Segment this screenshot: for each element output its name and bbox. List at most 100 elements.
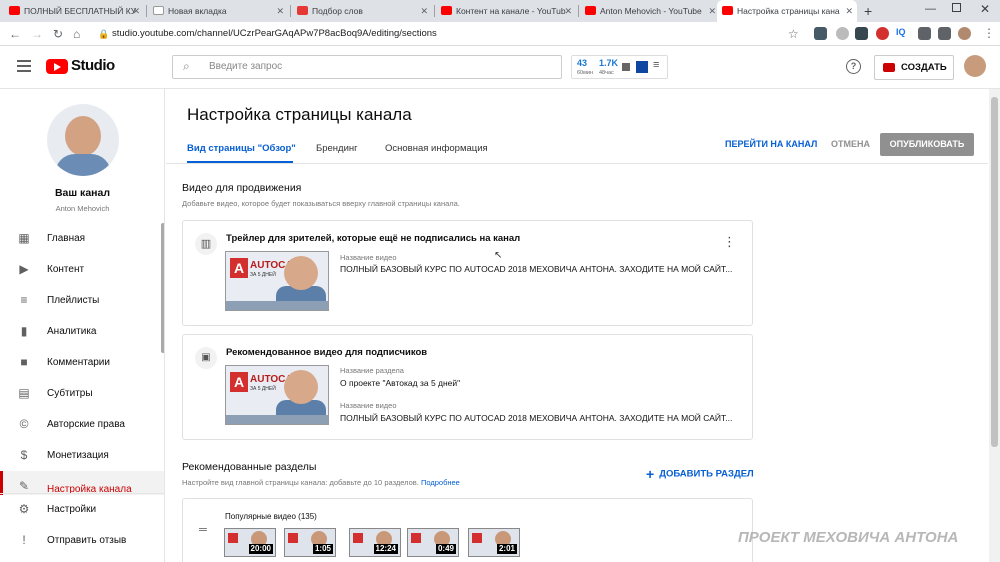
close-window-icon[interactable]: ✕ (980, 2, 990, 16)
youtube-favicon-icon (722, 6, 733, 15)
popular-videos-count: (135) (298, 512, 317, 521)
reload-icon[interactable]: ↻ (53, 25, 63, 43)
hamburger-menu-icon[interactable] (17, 60, 31, 72)
tab-overview[interactable]: Вид страницы "Обзор" (187, 143, 296, 154)
studio-header: Studio ⌕ Введите запрос 43 60мин 1.7K 48… (0, 46, 1000, 89)
sidebar-item-comments[interactable]: ■ Комментарии (0, 347, 164, 378)
featured-thumbnail[interactable]: A AUTOCAD ЗА 5 ДНЕЙ (225, 365, 329, 425)
film-icon: ▥ (195, 233, 217, 255)
browser-tab[interactable]: Подбор слов ✕ (292, 0, 432, 22)
close-tab-icon[interactable]: ✕ (132, 0, 140, 22)
cancel-button[interactable]: ОТМЕНА (831, 139, 870, 149)
thumbnail-person-face (284, 256, 318, 290)
add-section-button[interactable]: + ДОБАВИТЬ РАЗДЕЛ (646, 466, 754, 482)
bookmark-star-icon[interactable]: ☆ (788, 25, 799, 43)
popular-video-thumbnail[interactable]: 0:49 (407, 528, 459, 557)
channel-title: Ваш канал (54, 187, 111, 199)
sidebar-item-subtitles[interactable]: ▤ Субтитры (0, 378, 164, 409)
tab-basic-info[interactable]: Основная информация (385, 143, 488, 154)
create-button[interactable]: СОЗДАТЬ (874, 55, 954, 80)
browser-tab[interactable]: Контент на канале - YouTub ✕ (436, 0, 576, 22)
popular-videos-title: Популярные видео (135) (225, 512, 317, 521)
extension-icon[interactable] (876, 27, 889, 40)
more-options-icon[interactable]: ⋮ (723, 235, 736, 248)
main-content: Настройка страницы канала Вид страницы "… (166, 89, 988, 562)
trailer-thumbnail[interactable]: A AUTOCAD ЗА 5 ДНЕЙ (225, 251, 329, 311)
sidebar-item-label: Контент (47, 264, 85, 275)
add-section-label: ДОБАВИТЬ РАЗДЕЛ (659, 468, 754, 480)
search-input[interactable]: ⌕ Введите запрос (172, 55, 562, 79)
close-tab-icon[interactable]: ✕ (564, 0, 572, 22)
sidebar-item-label: Авторские права (47, 419, 125, 430)
sidebar-item-customization[interactable]: ✎ Настройка канала (0, 471, 164, 495)
tab-branding[interactable]: Брендинг (316, 143, 358, 154)
featured-video-icon: ▣ (195, 347, 217, 369)
tab-separator (434, 5, 435, 17)
featured-video-label: Название видео (340, 401, 397, 410)
account-avatar[interactable] (964, 55, 986, 77)
close-tab-icon[interactable]: ✕ (708, 0, 716, 22)
forward-icon[interactable]: → (31, 25, 43, 43)
extension-icon[interactable] (814, 27, 827, 40)
sidebar-item-dashboard[interactable]: ▦ Главная (0, 223, 164, 254)
featured-video-card: ▣ Рекомендованное видео для подписчиков … (182, 334, 753, 440)
close-tab-icon[interactable]: ✕ (845, 0, 853, 22)
extension-icon[interactable] (938, 27, 951, 40)
url-text[interactable]: studio.youtube.com/channel/UCzrPearGAqAP… (112, 22, 437, 46)
sidebar-item-copyright[interactable]: © Авторские права (0, 409, 164, 440)
publish-button[interactable]: ОПУБЛИКОВАТЬ (880, 133, 974, 156)
sections-description: Настройте вид главной страницы канала: д… (182, 478, 460, 487)
new-tab-icon[interactable]: + (864, 2, 872, 20)
browser-tab[interactable]: ПОЛНЫЙ БЕСПЛАТНЫЙ КУ ✕ (4, 0, 144, 22)
sidebar-item-playlists[interactable]: ≡ Плейлисты (0, 285, 164, 316)
sidebar-item-label: Комментарии (47, 357, 110, 368)
promo-section-description: Добавьте видео, которое будет показывать… (182, 199, 460, 208)
popular-video-thumbnail[interactable]: 12:24 (349, 528, 401, 557)
browser-tab-active[interactable]: Настройка страницы кана ✕ (717, 0, 857, 22)
extension-icon[interactable] (855, 27, 868, 40)
browser-tab-title: Контент на канале - YouTub (456, 6, 566, 16)
promo-section-title: Видео для продвижения (182, 182, 302, 194)
browser-tab-title: Anton Mehovich - YouTube (600, 6, 702, 16)
help-icon[interactable]: ? (846, 59, 861, 74)
video-duration: 0:49 (435, 544, 456, 554)
close-tab-icon[interactable]: ✕ (276, 0, 284, 22)
sidebar-item-content[interactable]: ▶ Контент (0, 254, 164, 285)
close-tab-icon[interactable]: ✕ (420, 0, 428, 22)
realtime-stats-widget[interactable]: 43 60мин 1.7K 48час ≡ (571, 55, 668, 79)
popular-video-thumbnail[interactable]: 1:05 (284, 528, 336, 557)
sidebar-scrollbar[interactable] (161, 223, 164, 353)
sidebar-item-monetization[interactable]: $ Монетизация (0, 440, 164, 471)
studio-logo-text[interactable]: Studio (71, 57, 115, 74)
browser-tab[interactable]: Новая вкладка ✕ (148, 0, 288, 22)
popular-video-thumbnail[interactable]: 2:01 (468, 528, 520, 557)
minimize-window-icon[interactable]: — (925, 3, 936, 15)
puzzle-extensions-icon[interactable] (918, 27, 931, 40)
main-scrollbar-thumb[interactable] (991, 97, 998, 447)
sidebar-item-feedback[interactable]: ! Отправить отзыв (0, 525, 164, 556)
main-scrollbar[interactable] (989, 89, 1000, 562)
thumbnail-strip (226, 415, 328, 424)
popular-video-thumbnail[interactable]: 20:00 (224, 528, 276, 557)
drag-handle-icon[interactable]: ═ (199, 525, 207, 536)
browser-tab-title: Новая вкладка (168, 6, 227, 16)
featured-video-title: ПОЛНЫЙ БАЗОВЫЙ КУРС ПО AUTOCAD 2018 МЕХО… (340, 413, 733, 423)
stat-value: 1.7K (599, 58, 619, 68)
extension-icon[interactable] (836, 27, 849, 40)
go-to-channel-button[interactable]: ПЕРЕЙТИ НА КАНАЛ (725, 139, 817, 149)
maximize-window-icon[interactable] (952, 3, 961, 12)
sidebar-item-analytics[interactable]: ▮ Аналитика (0, 316, 164, 347)
iq-extension-icon[interactable]: IQ (896, 27, 906, 37)
youtube-logo-icon[interactable] (46, 59, 68, 74)
browser-menu-icon[interactable]: ⋮ (983, 26, 995, 40)
autocad-logo-icon: A (230, 258, 248, 278)
back-icon[interactable]: ← (9, 25, 21, 43)
home-icon[interactable]: ⌂ (73, 25, 80, 43)
profile-avatar-icon[interactable] (958, 27, 971, 40)
sidebar-item-settings[interactable]: ⚙ Настройки (0, 494, 164, 525)
browser-tab[interactable]: Anton Mehovich - YouTube ✕ (580, 0, 720, 22)
more-info-link[interactable]: Подробнее (421, 478, 460, 487)
video-duration: 12:24 (373, 544, 398, 554)
play-stat-icon (636, 61, 648, 73)
channel-avatar[interactable] (47, 104, 119, 176)
